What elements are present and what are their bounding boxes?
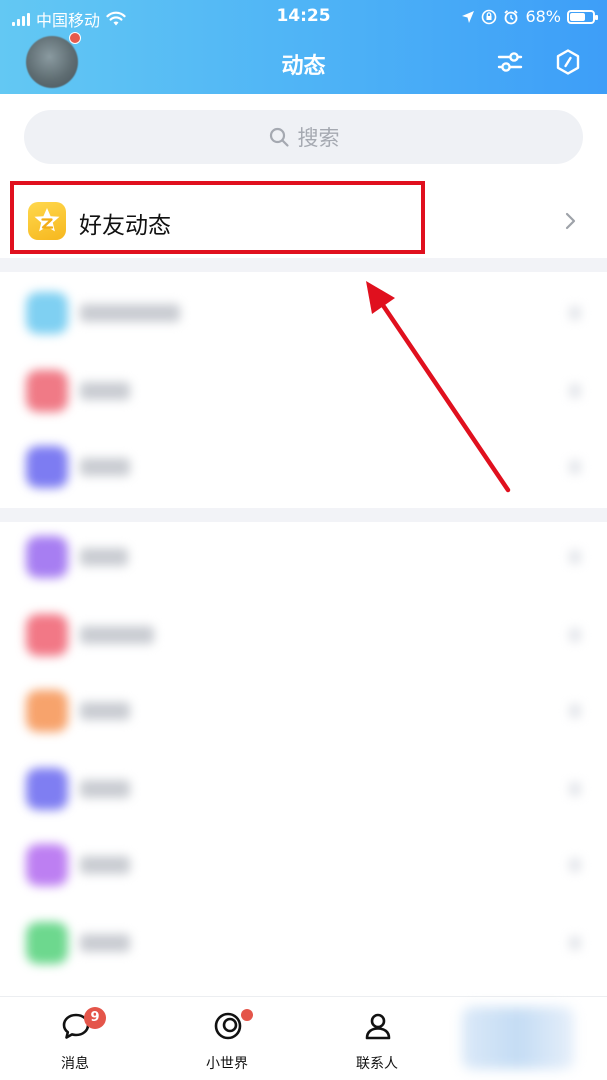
person-icon bbox=[365, 1013, 391, 1040]
battery-icon bbox=[567, 9, 598, 24]
section-divider bbox=[0, 508, 607, 522]
filter-settings-icon[interactable] bbox=[496, 48, 524, 76]
location-icon bbox=[462, 10, 475, 23]
app-icon bbox=[26, 844, 68, 886]
tab-bar: 9 消息 小世界 联系人 bbox=[0, 996, 607, 1080]
tab-dynamic-blurred[interactable] bbox=[462, 1007, 574, 1069]
lock-rotation-icon bbox=[482, 9, 497, 24]
list-item[interactable] bbox=[0, 760, 607, 820]
battery-percent: 68% bbox=[525, 7, 561, 26]
tab-label: 消息 bbox=[61, 1056, 89, 1072]
message-count-badge: 9 bbox=[84, 1007, 106, 1029]
app-icon bbox=[26, 690, 68, 732]
list-item[interactable] bbox=[0, 528, 607, 588]
app-icon bbox=[26, 768, 68, 810]
highlight-box bbox=[10, 181, 425, 254]
small-world-icon bbox=[214, 1012, 242, 1040]
app-icon bbox=[26, 292, 68, 334]
tab-small-world[interactable]: 小世界 bbox=[152, 997, 302, 1080]
small-world-notification-dot bbox=[241, 1009, 253, 1021]
tab-label: 小世界 bbox=[206, 1056, 248, 1072]
app-icon bbox=[26, 614, 68, 656]
list-item[interactable] bbox=[0, 914, 607, 974]
app-icon bbox=[26, 922, 68, 964]
tab-label: 联系人 bbox=[356, 1056, 398, 1072]
list-item[interactable] bbox=[0, 836, 607, 896]
app-icon bbox=[26, 536, 68, 578]
list-item[interactable] bbox=[0, 606, 607, 666]
hexagon-settings-icon[interactable] bbox=[554, 48, 582, 76]
avatar-notification-dot bbox=[69, 32, 81, 44]
list-item[interactable] bbox=[0, 682, 607, 742]
search-input[interactable]: 搜索 bbox=[24, 110, 583, 164]
list-item[interactable] bbox=[0, 284, 607, 344]
search-icon bbox=[269, 127, 289, 147]
status-bar: 中国移动 14:25 68% bbox=[0, 0, 607, 34]
app-icon bbox=[26, 370, 68, 412]
blurred-list-group-2 bbox=[0, 528, 607, 978]
list-item[interactable] bbox=[0, 362, 607, 422]
tab-contacts[interactable]: 联系人 bbox=[302, 997, 452, 1080]
alarm-icon bbox=[504, 9, 519, 24]
blurred-list-group-1 bbox=[0, 284, 607, 506]
tab-messages[interactable]: 9 消息 bbox=[0, 997, 150, 1080]
list-item[interactable] bbox=[0, 438, 607, 498]
chevron-right-icon bbox=[565, 212, 576, 230]
app-icon bbox=[26, 446, 68, 488]
section-divider bbox=[0, 258, 607, 272]
search-placeholder: 搜索 bbox=[297, 126, 340, 150]
